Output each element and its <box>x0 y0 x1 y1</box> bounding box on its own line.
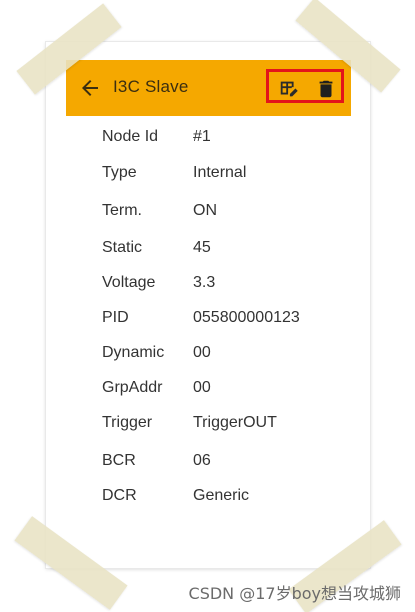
detail-value: Internal <box>193 164 247 181</box>
back-button[interactable] <box>78 76 102 100</box>
detail-label: Static <box>102 239 143 256</box>
detail-label: Dynamic <box>102 344 165 361</box>
detail-value: 45 <box>193 239 211 256</box>
arrow-back-icon <box>82 80 98 96</box>
detail-label: Term. <box>102 202 142 219</box>
detail-value: Generic <box>193 487 250 504</box>
detail-value: ON <box>193 202 217 219</box>
delete-button[interactable] <box>315 78 337 100</box>
detail-row-grpaddr: GrpAddr 00 <box>66 375 351 403</box>
detail-row-trigger: Trigger TriggerOUT <box>66 410 351 438</box>
detail-row-term: Term. ON <box>66 198 351 226</box>
detail-value: TriggerOUT <box>193 414 277 431</box>
detail-label: Voltage <box>102 274 156 291</box>
app-bar: I3C Slave <box>66 60 351 116</box>
detail-label: Type <box>102 164 137 181</box>
detail-label: DCR <box>102 487 137 504</box>
detail-row-pid: PID 055800000123 <box>66 305 351 333</box>
detail-value: 3.3 <box>193 274 216 291</box>
detail-value: 06 <box>193 452 211 469</box>
actions-highlight-box <box>266 69 344 103</box>
page-title: I3C Slave <box>113 77 189 96</box>
detail-value: 00 <box>193 379 211 396</box>
detail-row-node-id: Node Id #1 <box>66 124 351 152</box>
detail-value: 055800000123 <box>193 309 300 326</box>
detail-label: GrpAddr <box>102 379 163 396</box>
detail-label: Node Id <box>102 128 159 145</box>
app-screen: I3C Slave Node Id #1 Type Internal Term.… <box>66 60 351 504</box>
detail-value: #1 <box>193 128 211 145</box>
detail-row-static: Static 45 <box>66 235 351 263</box>
detail-row-dynamic: Dynamic 00 <box>66 340 351 368</box>
edit-button[interactable] <box>278 78 300 100</box>
detail-label: PID <box>102 309 129 326</box>
trash-icon <box>319 80 333 98</box>
detail-row-bcr: BCR 06 <box>66 448 351 476</box>
detail-label: Trigger <box>102 414 153 431</box>
photo-card: I3C Slave Node Id #1 Type Internal Term.… <box>46 42 370 568</box>
detail-row-dcr: DCR Generic <box>66 483 351 511</box>
detail-value: 00 <box>193 344 211 361</box>
detail-row-voltage: Voltage 3.3 <box>66 270 351 298</box>
edit-table-icon <box>280 81 298 97</box>
detail-label: BCR <box>102 452 136 469</box>
screenshot-stage: I3C Slave Node Id #1 Type Internal Term.… <box>0 0 415 612</box>
detail-row-type: Type Internal <box>66 160 351 188</box>
watermark-text: CSDN @17岁boy想当攻城狮 <box>188 584 401 603</box>
